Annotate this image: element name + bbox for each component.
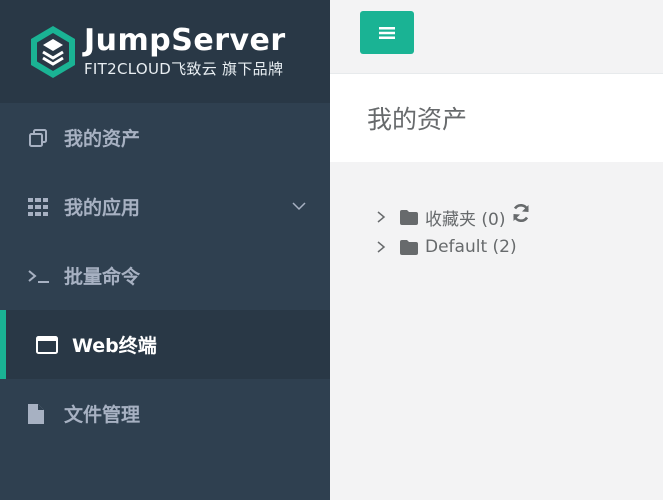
brand-name: JumpServer [84, 22, 286, 58]
sidebar-nav: 我的资产 我的应用 批量命令 Web终端 文件管理 [0, 103, 330, 448]
tree-node-favorites[interactable]: 收藏夹 (0) [374, 202, 531, 232]
sidebar-item-label: 文件管理 [64, 404, 141, 426]
sidebar-item-label: Web终端 [72, 335, 157, 357]
refresh-icon[interactable] [511, 203, 531, 223]
sidebar-item-web-terminal[interactable]: Web终端 [0, 310, 330, 379]
sidebar-item-label: 批量命令 [64, 266, 141, 288]
chevron-right-icon[interactable] [374, 210, 388, 224]
folder-icon [400, 209, 418, 225]
bars-icon [379, 26, 395, 39]
page-header: 我的资产 [330, 74, 663, 162]
sidebar-item-my-assets[interactable]: 我的资产 [0, 103, 330, 172]
terminal-icon [28, 266, 50, 286]
asset-tree: 收藏夹 (0) Default (2) [374, 202, 531, 262]
sidebar-item-label: 我的应用 [64, 197, 141, 219]
chevron-right-icon[interactable] [374, 240, 388, 254]
tree-node-label[interactable]: 收藏夹 (0) [425, 205, 505, 230]
tree-node-label[interactable]: Default (2) [425, 237, 517, 257]
file-icon [28, 403, 50, 424]
jumpserver-logo-icon [31, 25, 75, 78]
grid-icon [28, 197, 50, 217]
logo[interactable]: JumpServer FIT2CLOUD飞致云 旗下品牌 [0, 0, 330, 103]
sidebar-item-my-apps[interactable]: 我的应用 [0, 172, 330, 241]
page-title: 我的资产 [367, 105, 468, 134]
toggle-sidebar-button[interactable] [360, 11, 414, 54]
main-content: 收藏夹 (0) Default (2) [330, 162, 663, 500]
folder-icon [400, 239, 418, 255]
chevron-down-icon[interactable] [292, 199, 306, 213]
brand-subtitle: FIT2CLOUD飞致云 旗下品牌 [84, 59, 284, 78]
tree-node-default[interactable]: Default (2) [374, 232, 531, 262]
top-navbar [330, 0, 663, 74]
sidebar: JumpServer FIT2CLOUD飞致云 旗下品牌 我的资产 我的应用 批… [0, 0, 330, 500]
sidebar-item-batch-commands[interactable]: 批量命令 [0, 241, 330, 310]
window-icon [36, 335, 58, 355]
clone-icon [28, 128, 50, 148]
sidebar-item-file-manager[interactable]: 文件管理 [0, 379, 330, 448]
sidebar-item-label: 我的资产 [64, 128, 141, 150]
